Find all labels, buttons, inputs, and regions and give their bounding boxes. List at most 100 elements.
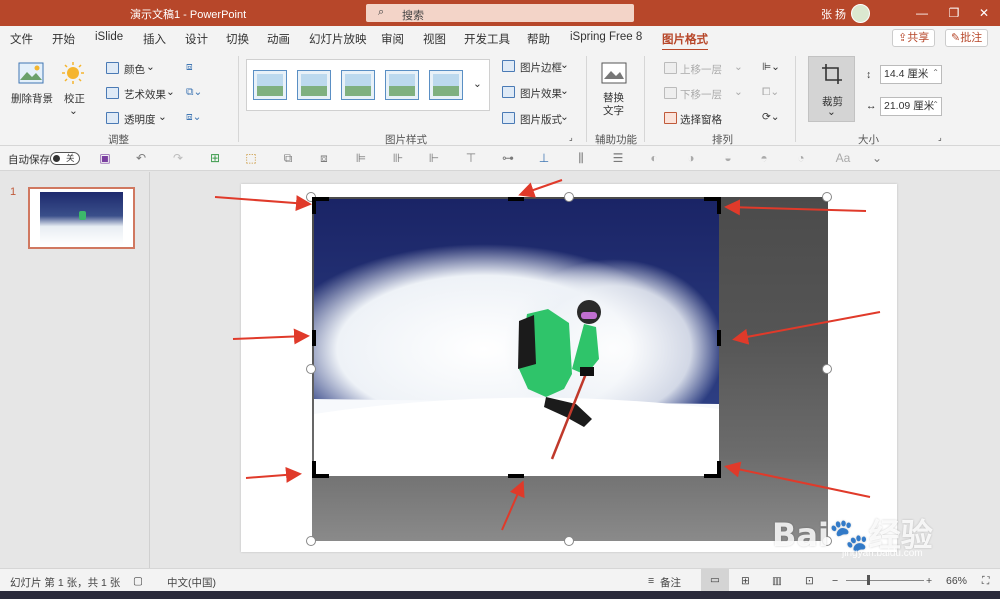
resize-handle-top[interactable] bbox=[564, 192, 574, 202]
picture-style-5[interactable] bbox=[429, 70, 463, 100]
picture-style-3[interactable] bbox=[341, 70, 375, 100]
close-button[interactable]: ✕ bbox=[975, 4, 993, 22]
reading-view-icon[interactable]: ▥ bbox=[772, 575, 782, 587]
normal-view-button[interactable]: ▭ bbox=[701, 569, 729, 591]
color-button[interactable]: 颜色 ⌄ bbox=[104, 60, 164, 76]
slide-sorter-icon[interactable]: ⊞ bbox=[741, 575, 750, 587]
intersect-icon[interactable]: ◓ bbox=[757, 151, 771, 165]
tab-ispring[interactable]: iSpring Free 8 bbox=[570, 31, 642, 43]
picture-effects-button[interactable]: 图片效果 ⌄ bbox=[500, 84, 570, 100]
tab-slideshow[interactable]: 幻灯片放映 bbox=[309, 31, 367, 47]
tab-animations[interactable]: 动画 bbox=[267, 31, 290, 47]
rotate-icon[interactable]: ⟳⌄ bbox=[762, 111, 780, 123]
dialog-launcher-icon[interactable]: ⌟ bbox=[569, 133, 573, 142]
picture-style-2[interactable] bbox=[297, 70, 331, 100]
tab-home[interactable]: 开始 bbox=[52, 31, 75, 47]
avatar[interactable] bbox=[851, 4, 870, 23]
zoom-out-icon[interactable]: − bbox=[832, 575, 838, 587]
tab-review[interactable]: 审阅 bbox=[381, 31, 404, 47]
autosave-toggle[interactable]: 关 bbox=[50, 152, 80, 165]
dialog-launcher-icon[interactable]: ⌟ bbox=[938, 133, 942, 142]
zoom-in-icon[interactable]: + bbox=[926, 575, 932, 587]
tab-transitions[interactable]: 切换 bbox=[226, 31, 249, 47]
group-objects-icon[interactable]: ⧠⌄ bbox=[762, 86, 779, 99]
picture-style-4[interactable] bbox=[385, 70, 419, 100]
resize-handle-bottom-left[interactable] bbox=[306, 536, 316, 546]
crop-handle-left[interactable] bbox=[312, 330, 316, 346]
zoom-slider[interactable] bbox=[846, 580, 924, 581]
remove-background-button[interactable]: 删除背景 bbox=[8, 58, 54, 114]
align-bottom-icon[interactable]: ⊥ bbox=[537, 151, 551, 165]
crop-handle-bottom[interactable] bbox=[508, 474, 524, 478]
accessibility-check-icon[interactable]: ▢ bbox=[133, 575, 143, 587]
transparency-button[interactable]: 透明度 ⌄ bbox=[104, 110, 168, 126]
gallery-more-icon[interactable]: ⌄ bbox=[473, 78, 482, 90]
align-top-icon[interactable]: ⊤ bbox=[464, 151, 478, 165]
send-backward-button[interactable]: 下移一层 ⌄ bbox=[662, 85, 743, 101]
accessibility-group-label: 辅助功能 bbox=[595, 134, 637, 146]
select-icon[interactable]: ⬚ bbox=[244, 151, 258, 165]
undo-icon[interactable]: ↶ bbox=[134, 151, 148, 165]
crop-handle-top[interactable] bbox=[508, 197, 524, 201]
align-middle-icon[interactable]: ⊶ bbox=[501, 151, 515, 165]
slide-thumbnail[interactable] bbox=[28, 187, 135, 249]
distribute-vertical-icon[interactable]: ☰ bbox=[611, 151, 625, 165]
change-picture-icon[interactable]: ⧉⌄ bbox=[186, 86, 202, 99]
comments-button[interactable]: ✎批注 bbox=[945, 29, 989, 47]
tab-islide[interactable]: iSlide bbox=[95, 31, 123, 43]
language-indicator[interactable]: 中文(中国) bbox=[167, 575, 216, 590]
redo-icon[interactable]: ↷ bbox=[171, 151, 185, 165]
align-left-icon[interactable]: ⊫ bbox=[354, 151, 368, 165]
distribute-icon[interactable]: ⊞ bbox=[208, 151, 222, 165]
shape-height-field[interactable]: 14.4 厘米 ⌃ bbox=[880, 65, 942, 84]
fragment-icon[interactable]: ◑ bbox=[684, 151, 698, 165]
alt-text-button[interactable]: 替换 文字 bbox=[595, 58, 635, 118]
union-icon[interactable]: ◒ bbox=[721, 151, 735, 165]
resize-handle-bottom[interactable] bbox=[564, 536, 574, 546]
subtract-icon[interactable]: ◔ bbox=[794, 151, 808, 165]
zoom-slider-thumb[interactable] bbox=[867, 575, 870, 585]
tab-view[interactable]: 视图 bbox=[423, 31, 446, 47]
zoom-level[interactable]: 66% bbox=[946, 575, 967, 587]
merge-shapes-icon[interactable]: ◐ bbox=[647, 151, 661, 165]
picture-style-1[interactable] bbox=[253, 70, 287, 100]
shape-width-field[interactable]: 21.09 厘米 ⌃ bbox=[880, 97, 942, 116]
align-right-icon[interactable]: ⊩ bbox=[427, 151, 441, 165]
crop-handle-right[interactable] bbox=[717, 330, 721, 346]
skier-photo[interactable] bbox=[314, 199, 719, 476]
resize-handle-right[interactable] bbox=[822, 364, 832, 374]
user-name[interactable]: 张 扬 bbox=[821, 6, 846, 22]
group-icon[interactable]: ⧉ bbox=[281, 151, 295, 165]
selection-pane-button[interactable]: 选择窗格 bbox=[662, 110, 732, 126]
tab-insert[interactable]: 插入 bbox=[143, 31, 166, 47]
tab-file[interactable]: 文件 bbox=[10, 31, 33, 47]
tab-developer[interactable]: 开发工具 bbox=[464, 31, 510, 47]
artistic-effects-button[interactable]: 艺术效果 ⌄ bbox=[104, 85, 176, 101]
align-center-icon[interactable]: ⊪ bbox=[391, 151, 405, 165]
restore-button[interactable]: ❐ bbox=[945, 4, 963, 22]
notes-button[interactable]: 备注 bbox=[660, 575, 681, 590]
distribute-horizontal-icon[interactable]: ⫼ bbox=[574, 151, 588, 165]
save-icon[interactable]: ▣ bbox=[98, 151, 112, 165]
resize-handle-top-right[interactable] bbox=[822, 192, 832, 202]
corrections-button[interactable]: 校正 ⌄ bbox=[58, 58, 88, 122]
share-button[interactable]: ⇪共享 bbox=[892, 29, 936, 47]
font-icon[interactable]: Aa bbox=[832, 151, 854, 165]
reset-picture-icon[interactable]: ⧈⌄ bbox=[186, 111, 201, 124]
picture-border-button[interactable]: 图片边框 ⌄ bbox=[500, 58, 570, 74]
ungroup-icon[interactable]: ⧈ bbox=[317, 151, 331, 165]
tab-design[interactable]: 设计 bbox=[185, 31, 208, 47]
compress-pictures-icon[interactable]: ⧈ bbox=[186, 61, 193, 74]
tab-picture-format[interactable]: 图片格式 bbox=[662, 31, 708, 51]
search-box[interactable]: ⌕ 搜索 bbox=[366, 4, 634, 22]
minimize-button[interactable]: — bbox=[913, 4, 931, 22]
resize-handle-left[interactable] bbox=[306, 364, 316, 374]
tab-help[interactable]: 帮助 bbox=[527, 31, 550, 47]
crop-button[interactable]: 裁剪 ⌄ bbox=[808, 56, 855, 122]
align-icon[interactable]: ⊫⌄ bbox=[762, 61, 780, 73]
bring-forward-button[interactable]: 上移一层 ⌄ bbox=[662, 60, 743, 76]
slideshow-icon[interactable]: ⊡ bbox=[805, 575, 814, 587]
fit-to-window-icon[interactable]: ⛶ bbox=[982, 575, 989, 588]
picture-layout-button[interactable]: 图片版式 ⌄ bbox=[500, 110, 570, 126]
customize-qat-icon[interactable]: ⌄ bbox=[870, 151, 884, 165]
